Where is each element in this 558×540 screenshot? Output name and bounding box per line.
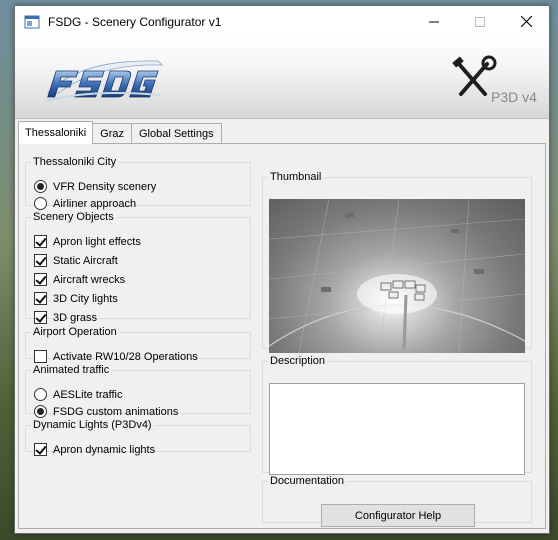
radio-vfr-density[interactable]: VFR Density scenery xyxy=(34,180,156,193)
title-bar[interactable]: FSDG - Scenery Configurator v1 xyxy=(15,6,549,37)
option-label: 3D City lights xyxy=(53,292,118,305)
radio-aeslite-traffic[interactable]: AESLite traffic xyxy=(34,388,123,401)
maximize-icon xyxy=(475,16,485,27)
fsdg-logo xyxy=(45,60,163,102)
option-label: 3D grass xyxy=(53,311,98,324)
group-title: Airport Operation xyxy=(33,326,117,338)
app-window: FSDG - Scenery Configurator v1 P3D v4 Th… xyxy=(14,5,550,534)
p3d-logo-text: P3D v4 xyxy=(491,89,537,105)
group-title: Dynamic Lights (P3Dv4) xyxy=(33,419,152,431)
app-icon xyxy=(24,14,40,30)
close-button[interactable] xyxy=(503,6,549,37)
group-title: Thumbnail xyxy=(270,171,322,183)
configurator-help-button[interactable]: Configurator Help xyxy=(321,504,475,527)
group-title: Documentation xyxy=(270,475,344,487)
checkbox-rw10-28-operations[interactable]: Activate RW10/28 Operations xyxy=(34,350,198,363)
option-label: Apron dynamic lights xyxy=(53,443,156,456)
group-thumbnail: Thumbnail xyxy=(262,171,532,353)
radio-unselected-icon xyxy=(34,197,47,210)
checkmark-icon xyxy=(34,273,47,286)
group-animated-traffic: Animated traffic AESLite traffic FSDG cu… xyxy=(25,364,251,418)
description-text-box[interactable] xyxy=(269,383,525,475)
close-icon xyxy=(520,16,532,27)
group-title: Animated traffic xyxy=(33,364,110,376)
group-title: Thessaloniki City xyxy=(33,156,117,168)
checkmark-icon xyxy=(34,254,47,267)
checkmark-icon xyxy=(34,235,47,248)
option-label: AESLite traffic xyxy=(53,388,123,401)
checkbox-static-aircraft[interactable]: Static Aircraft xyxy=(34,254,118,267)
group-thessaloniki-city: Thessaloniki City VFR Density scenery Ai… xyxy=(25,156,251,210)
tab-graz[interactable]: Graz xyxy=(92,123,132,144)
tab-strip: Thessaloniki Graz Global Settings xyxy=(18,121,222,144)
checkbox-3d-city-lights[interactable]: 3D City lights xyxy=(34,292,118,305)
group-scenery-objects: Scenery Objects Apron light effects Stat… xyxy=(25,211,251,324)
radio-selected-icon xyxy=(34,180,47,193)
option-label: Activate RW10/28 Operations xyxy=(53,350,198,363)
checkmark-icon xyxy=(34,292,47,305)
p3d-v4-logo: P3D v4 xyxy=(452,55,537,105)
option-label: Airliner approach xyxy=(53,197,137,210)
checkmark-icon xyxy=(34,311,47,324)
radio-unselected-icon xyxy=(34,388,47,401)
checkmark-icon xyxy=(34,443,47,456)
radio-airliner-approach[interactable]: Airliner approach xyxy=(34,197,136,210)
group-dynamic-lights: Dynamic Lights (P3Dv4) Apron dynamic lig… xyxy=(25,419,251,456)
minimize-icon xyxy=(429,21,439,22)
group-title: Description xyxy=(270,355,326,367)
group-description: Description xyxy=(262,355,532,475)
checkbox-empty-icon xyxy=(34,350,47,363)
maximize-button[interactable] xyxy=(457,6,503,37)
window-title: FSDG - Scenery Configurator v1 xyxy=(48,14,222,29)
minimize-button[interactable] xyxy=(411,6,457,37)
group-documentation: Documentation Configurator Help xyxy=(262,475,532,527)
thumbnail-image xyxy=(269,199,525,353)
radio-selected-icon xyxy=(34,405,47,418)
group-title: Scenery Objects xyxy=(33,211,114,223)
checkbox-3d-grass[interactable]: 3D grass xyxy=(34,311,97,324)
option-label: Apron light effects xyxy=(53,235,141,248)
checkbox-apron-light-effects[interactable]: Apron light effects xyxy=(34,235,141,248)
tab-page-thessaloniki: Thessaloniki City VFR Density scenery Ai… xyxy=(18,143,546,529)
header-banner: P3D v4 xyxy=(15,37,549,119)
tab-thessaloniki[interactable]: Thessaloniki xyxy=(18,121,94,144)
tab-global-settings[interactable]: Global Settings xyxy=(130,123,222,144)
option-label: FSDG custom animations xyxy=(53,405,179,418)
option-label: VFR Density scenery xyxy=(53,180,157,193)
checkbox-aircraft-wrecks[interactable]: Aircraft wrecks xyxy=(34,273,125,286)
group-airport-operation: Airport Operation Activate RW10/28 Opera… xyxy=(25,326,251,363)
option-label: Aircraft wrecks xyxy=(53,273,126,286)
checkbox-apron-dynamic-lights[interactable]: Apron dynamic lights xyxy=(34,443,155,456)
option-label: Static Aircraft xyxy=(53,254,118,267)
radio-fsdg-custom-animations[interactable]: FSDG custom animations xyxy=(34,405,178,418)
